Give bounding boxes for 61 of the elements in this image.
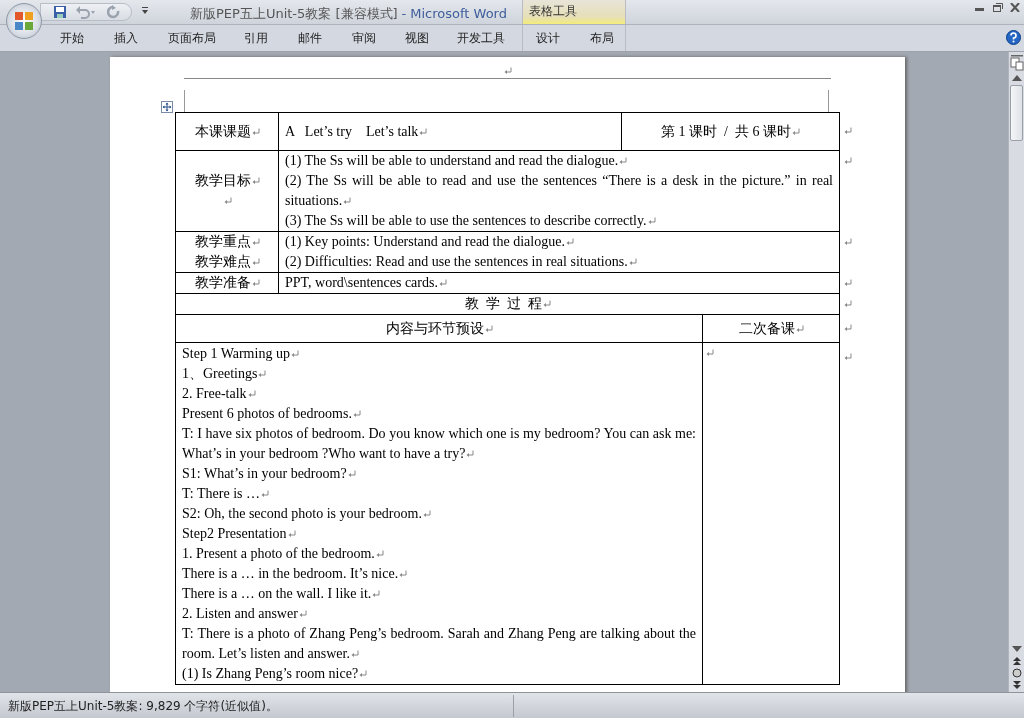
- table-text: Step 1 Warming up: [182, 346, 290, 361]
- office-button[interactable]: [6, 3, 42, 39]
- table-text: 1. Present a photo of the bedroom.: [182, 546, 375, 561]
- table-text: S2: Oh, the second photo is your bedroom.: [182, 506, 422, 521]
- save-icon[interactable]: [53, 5, 67, 19]
- ribbon-tab[interactable]: 页面布局: [166, 25, 218, 51]
- browse-object-icon[interactable]: [1011, 668, 1022, 678]
- help-icon[interactable]: [1006, 30, 1021, 45]
- ribbon-tab[interactable]: 开发工具: [455, 25, 507, 51]
- table-text: There is a … on the wall. I like it.: [182, 586, 372, 601]
- table-text: T: There is …: [182, 486, 260, 501]
- table-text: 内容与环节预设: [385, 320, 484, 336]
- table-text: (3) The Ss will be able to use the sentences to describe correctly.: [285, 213, 647, 228]
- ruler-toggle-icon[interactable]: [1009, 55, 1024, 71]
- table-text: 2. Free-talk: [182, 386, 247, 401]
- table-text: 教学准备: [194, 275, 251, 290]
- table-text: A Let’s try Let’s talk: [285, 123, 419, 139]
- table-text: (2) The Ss will be able to read and use the sentences “There is a desk in the picture.” in real situations.: [285, 173, 833, 208]
- table-text: (2) Difficulties: Read and use the sentences in real situations.: [285, 254, 628, 269]
- table-text: 二次备课: [738, 320, 795, 336]
- scrollbar-thumb[interactable]: [1010, 85, 1023, 141]
- status-text: 新版PEP五上Unit-5教案: 9,829 个字符(近似值)。: [7, 697, 278, 715]
- ribbon-tab[interactable]: 审阅: [350, 25, 378, 51]
- previous-page-icon[interactable]: [1011, 656, 1022, 666]
- ribbon-tab[interactable]: 设计: [534, 25, 562, 51]
- table-text: 2. Listen and answer: [182, 606, 298, 621]
- table-text: T: There is a photo of Zhang Peng’s bedroom. Sarah and Zhang Peng are talking about the room. Let’s listen and answer.: [182, 626, 696, 661]
- office-logo-icon: [14, 11, 34, 31]
- window-title: 新版PEP五上Unit-5教案 [兼容模式]: [190, 6, 398, 21]
- scroll-down-icon[interactable]: [1010, 644, 1023, 654]
- ribbon-tab[interactable]: 邮件: [296, 25, 324, 51]
- table-text: PPT, word\sentences cards.: [285, 275, 438, 290]
- next-page-icon[interactable]: [1011, 680, 1022, 692]
- customize-dropdown-icon[interactable]: [141, 7, 149, 15]
- ribbon-tab[interactable]: 插入: [112, 25, 140, 51]
- ribbon-tab[interactable]: 开始: [58, 25, 86, 51]
- table-text: 教学目标: [194, 173, 251, 188]
- app-name: - Microsoft Word: [401, 6, 507, 21]
- ribbon-tab[interactable]: 布局: [588, 25, 616, 51]
- table-text: 1、Greetings: [182, 366, 258, 381]
- table-text: (1) The Ss will be able to understand and read the dialogue.: [285, 153, 619, 168]
- restore-icon[interactable]: [993, 3, 1003, 12]
- scroll-up-icon[interactable]: [1010, 73, 1023, 83]
- ribbon-tab[interactable]: 引用: [242, 25, 270, 51]
- table-text: Step2 Presentation: [182, 526, 287, 541]
- table-text: 本课课题: [194, 123, 251, 139]
- table-text: S1: What’s in your bedroom?: [182, 466, 347, 481]
- table-text: 第 1 课时 / 共 6 课时: [661, 123, 791, 139]
- ribbon-tab[interactable]: 视图: [403, 25, 431, 51]
- contextual-group-label: 表格工具: [522, 0, 626, 24]
- table-text: (1) Key points: Understand and read the dialogue.: [285, 234, 565, 249]
- table-text: Present 6 photos of bedrooms.: [182, 406, 352, 421]
- table-text: (1) Is Zhang Peng’s room nice?: [182, 666, 359, 681]
- table-text: There is a … in the bedroom. It’s nice.: [182, 566, 399, 581]
- table-text: 教学重点: [194, 234, 251, 249]
- close-icon[interactable]: [1010, 3, 1020, 12]
- table-text: T: I have six photos of bedroom. Do you know which one is my bedroom? You can ask me: What’s in your bedroom ?Who want to have a try?: [182, 426, 696, 461]
- minimize-icon[interactable]: [975, 8, 984, 12]
- table-text: 教学难点: [194, 254, 251, 269]
- table-text: 教 学 过 程: [464, 296, 542, 311]
- table-move-handle-icon[interactable]: [161, 101, 173, 113]
